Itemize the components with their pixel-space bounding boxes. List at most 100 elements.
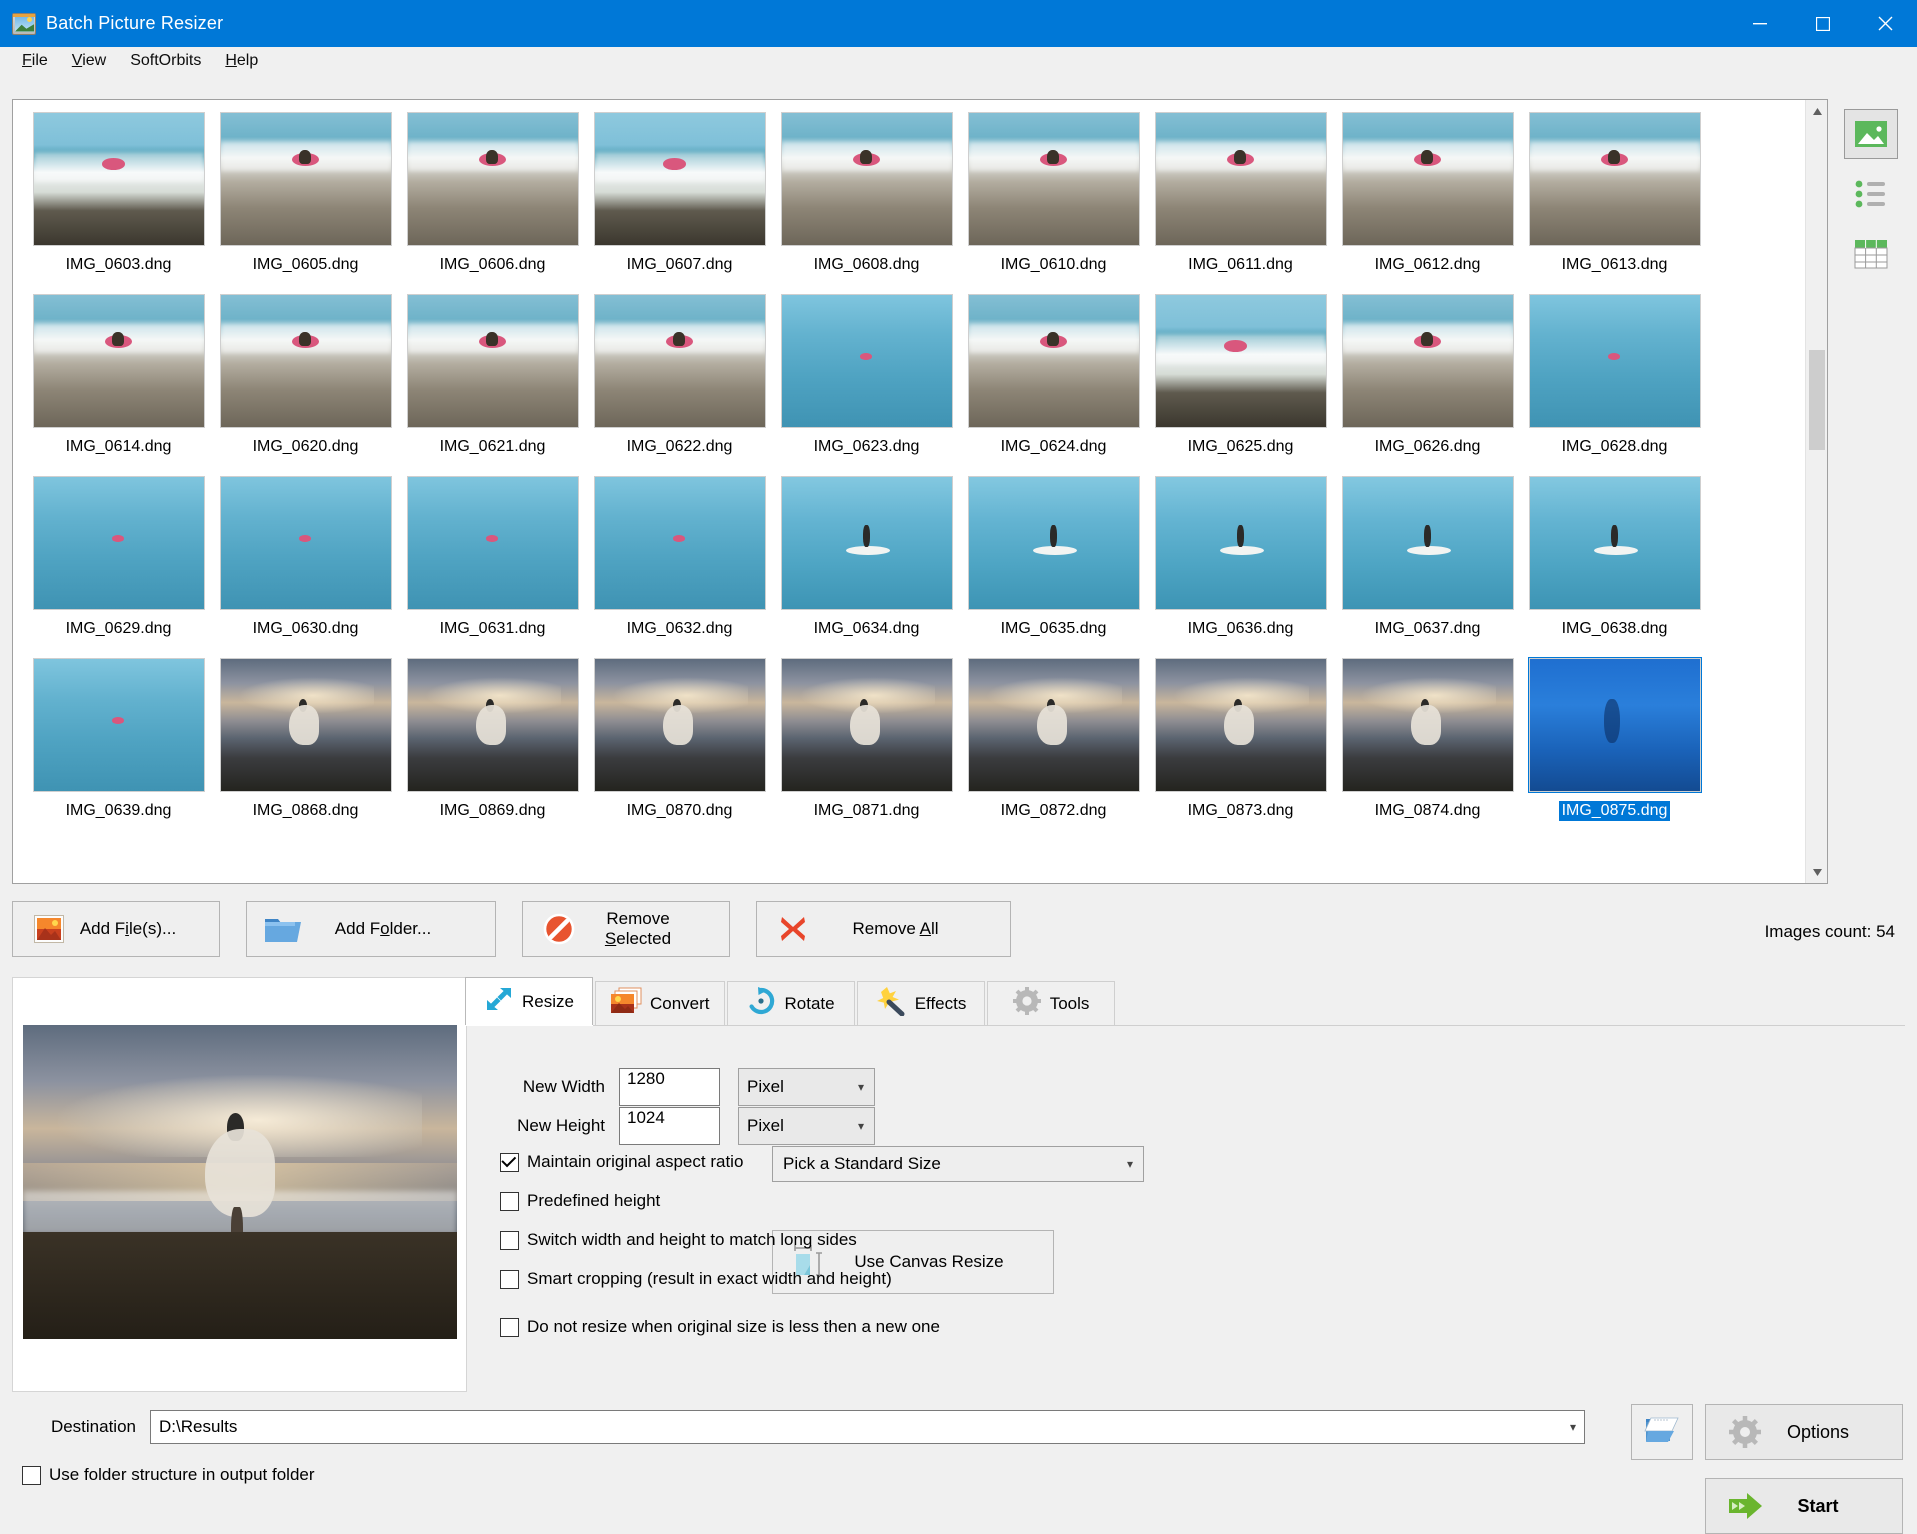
thumbnail-image[interactable] [406,658,579,792]
tab-effects[interactable]: Effects [856,981,985,1025]
thumbnail-item[interactable]: IMG_0629.dng [25,476,212,658]
thumbnail-item[interactable]: IMG_0874.dng [1334,658,1521,840]
thumbnail-item[interactable]: IMG_0873.dng [1147,658,1334,840]
thumbnail-image[interactable] [32,112,205,246]
thumbnail-image[interactable] [1527,657,1702,793]
thumbnail-item[interactable]: IMG_0637.dng [1334,476,1521,658]
destination-input[interactable]: D:\Results ▾ [150,1410,1585,1444]
thumbnail-item[interactable]: IMG_0625.dng [1147,294,1334,476]
details-view-button[interactable] [1844,229,1898,279]
thumbnail-item[interactable]: IMG_0875.dng [1521,657,1708,840]
thumbnail-image[interactable] [780,476,953,610]
checkbox-predefined-height[interactable]: Predefined height [500,1191,660,1211]
thumbnail-item[interactable]: IMG_0630.dng [212,476,399,658]
thumbnail-image[interactable] [219,476,392,610]
thumbnail-item[interactable]: IMG_0624.dng [960,294,1147,476]
thumbnail-image[interactable] [1154,658,1327,792]
thumbnail-image[interactable] [219,658,392,792]
menu-help[interactable]: Help [213,50,270,72]
scroll-up-arrow-icon[interactable] [1806,100,1827,122]
checkbox-maintain-aspect-ratio[interactable]: Maintain original aspect ratio [500,1152,743,1172]
checkbox-do-not-resize-smaller[interactable]: Do not resize when original size is less… [500,1317,940,1337]
thumbnail-item[interactable]: IMG_0870.dng [586,658,773,840]
minimize-button[interactable] [1728,0,1791,47]
new-width-input[interactable]: 1280 [619,1068,720,1106]
start-button[interactable]: Start [1705,1478,1903,1534]
new-height-unit-select[interactable]: Pixel ▾ [738,1107,875,1145]
tab-tools[interactable]: Tools [986,981,1115,1025]
menu-file[interactable]: File [10,50,60,72]
maximize-button[interactable] [1791,0,1854,47]
menu-softorbits[interactable]: SoftOrbits [118,50,213,72]
thumbnail-image[interactable] [780,658,953,792]
thumbnail-item[interactable]: IMG_0635.dng [960,476,1147,658]
tab-convert[interactable]: Convert [595,981,725,1025]
thumbnail-item[interactable]: IMG_0622.dng [586,294,773,476]
browse-destination-button[interactable] [1631,1404,1693,1460]
thumbnail-image[interactable] [1341,112,1514,246]
thumbnail-item[interactable]: IMG_0869.dng [399,658,586,840]
thumbnail-item[interactable]: IMG_0613.dng [1521,112,1708,294]
standard-size-select[interactable]: Pick a Standard Size ▾ [772,1146,1144,1182]
thumbnail-item[interactable]: IMG_0626.dng [1334,294,1521,476]
scroll-down-arrow-icon[interactable] [1806,861,1827,883]
thumbnail-item[interactable]: IMG_0636.dng [1147,476,1334,658]
thumbnail-item[interactable]: IMG_0606.dng [399,112,586,294]
thumbnail-item[interactable]: IMG_0638.dng [1521,476,1708,658]
list-view-button[interactable] [1844,169,1898,219]
thumbnail-image[interactable] [1154,112,1327,246]
thumbnail-image[interactable] [219,294,392,428]
thumbnails-view-button[interactable] [1843,109,1898,159]
thumbnail-item[interactable]: IMG_0608.dng [773,112,960,294]
thumbnail-image[interactable] [1341,476,1514,610]
new-height-input[interactable]: 1024 [619,1107,720,1145]
thumbnail-image[interactable] [593,658,766,792]
thumbnail-image[interactable] [780,112,953,246]
close-button[interactable] [1854,0,1917,47]
thumbnail-item[interactable]: IMG_0612.dng [1334,112,1521,294]
thumbnail-item[interactable]: IMG_0872.dng [960,658,1147,840]
thumbnail-item[interactable]: IMG_0610.dng [960,112,1147,294]
remove-selected-button[interactable]: Remove Selected [522,901,730,957]
thumbnail-image[interactable] [967,476,1140,610]
thumbnail-item[interactable]: IMG_0632.dng [586,476,773,658]
thumbnail-image[interactable] [1528,476,1701,610]
thumbnail-image[interactable] [1341,294,1514,428]
options-button[interactable]: Options [1705,1404,1903,1460]
thumbnail-image[interactable] [593,112,766,246]
thumbnail-image[interactable] [593,294,766,428]
thumbnail-image[interactable] [1528,294,1701,428]
checkbox-use-folder-structure[interactable]: Use folder structure in output folder [22,1465,315,1485]
thumbnail-item[interactable]: IMG_0868.dng [212,658,399,840]
thumbnail-item[interactable]: IMG_0605.dng [212,112,399,294]
thumbnail-item[interactable]: IMG_0631.dng [399,476,586,658]
tab-rotate[interactable]: Rotate [726,981,855,1025]
thumbnail-item[interactable]: IMG_0623.dng [773,294,960,476]
thumbnail-image[interactable] [32,658,205,792]
thumbnail-image[interactable] [967,658,1140,792]
thumbnail-image[interactable] [967,294,1140,428]
thumbnail-item[interactable]: IMG_0634.dng [773,476,960,658]
thumbnail-item[interactable]: IMG_0614.dng [25,294,212,476]
thumbnail-item[interactable]: IMG_0607.dng [586,112,773,294]
new-width-unit-select[interactable]: Pixel ▾ [738,1068,875,1106]
thumbnail-scrollbar[interactable] [1805,100,1827,883]
menu-view[interactable]: View [60,50,118,72]
thumbnail-image[interactable] [1341,658,1514,792]
checkbox-switch-width-height[interactable]: Switch width and height to match long si… [500,1230,857,1250]
thumbnail-item[interactable]: IMG_0871.dng [773,658,960,840]
thumbnail-image[interactable] [593,476,766,610]
thumbnail-list-panel[interactable]: IMG_0603.dng IMG_0605.dng IMG_0606.dng IMG_… [12,99,1828,884]
thumbnail-image[interactable] [406,294,579,428]
thumbnail-item[interactable]: IMG_0621.dng [399,294,586,476]
add-files-button[interactable]: Add File(s)... [12,901,220,957]
thumbnail-image[interactable] [406,476,579,610]
thumbnail-item[interactable]: IMG_0628.dng [1521,294,1708,476]
thumbnail-image[interactable] [1154,294,1327,428]
thumbnail-image[interactable] [406,112,579,246]
thumbnail-item[interactable]: IMG_0611.dng [1147,112,1334,294]
thumbnail-image[interactable] [1154,476,1327,610]
thumbnail-image[interactable] [32,294,205,428]
scrollbar-thumb[interactable] [1809,350,1825,450]
thumbnail-item[interactable]: IMG_0603.dng [25,112,212,294]
